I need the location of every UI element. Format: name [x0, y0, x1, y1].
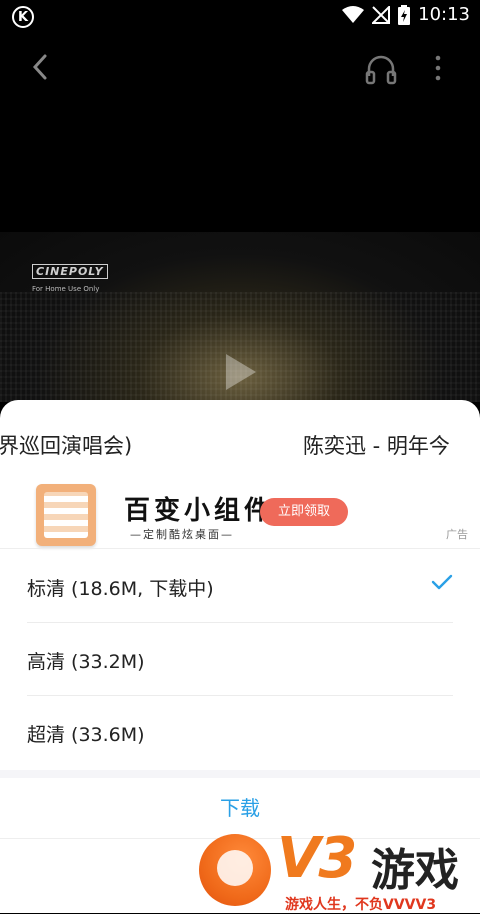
ad-banner[interactable]: 百变小组件 —定制酷炫桌面— 立即领取 广告	[0, 478, 480, 548]
quality-option-sd[interactable]: 标清 (18.6M, 下载中)	[27, 549, 453, 623]
check-icon	[431, 574, 453, 590]
song-title-part-a: 界巡回演唱会)	[0, 434, 133, 458]
status-icons: 10:13	[342, 4, 470, 25]
video-player[interactable]: CINEPOLY For Home Use Only	[0, 232, 480, 402]
quality-option-label: 标清 (18.6M, 下载中)	[27, 578, 214, 600]
battery-charging-icon	[398, 4, 411, 25]
quality-option-uhd[interactable]: 超清 (33.6M)	[27, 695, 453, 768]
video-watermark: CINEPOLY For Home Use Only	[32, 260, 108, 293]
headphone-icon[interactable]	[364, 52, 398, 86]
no-signal-icon	[372, 5, 391, 24]
ad-subtitle: —定制酷炫桌面—	[130, 528, 234, 541]
v3-logo-text: V3	[277, 826, 357, 891]
clock: 10:13	[418, 4, 470, 25]
song-title-part-b: 陈奕迅 - 明年今日	[303, 434, 453, 458]
player-top-bar	[0, 44, 480, 92]
v3-logo-icon	[199, 834, 271, 906]
song-title-marquee: 界巡回演唱会) 陈奕迅 - 明年今日	[0, 418, 480, 468]
play-icon[interactable]	[222, 352, 258, 392]
quality-option-label: 超清 (33.6M)	[27, 724, 145, 746]
ad-claim-button[interactable]: 立即领取	[260, 498, 348, 526]
watermark-brand: CINEPOLY	[32, 264, 108, 279]
v3-name: 游戏	[371, 845, 459, 896]
ad-thumbnail-image	[36, 484, 96, 546]
more-vertical-icon[interactable]	[428, 52, 448, 86]
quality-option-label: 高清 (33.2M)	[27, 651, 145, 673]
back-icon[interactable]	[26, 52, 56, 82]
ad-title: 百变小组件	[124, 496, 275, 526]
section-gap	[0, 770, 480, 778]
quality-option-hd[interactable]: 高清 (33.2M)	[27, 622, 453, 696]
app-logo-icon: K	[12, 6, 34, 28]
watermark-subtext: For Home Use Only	[32, 285, 100, 293]
wifi-icon	[342, 5, 365, 23]
v3-site-watermark: V3 游戏 游戏人生，不负VVVV3	[195, 826, 480, 913]
status-bar: K 10:13	[0, 0, 480, 36]
ad-label: 广告	[446, 528, 468, 541]
v3-slogan: 游戏人生，不负VVVV3	[285, 897, 437, 913]
